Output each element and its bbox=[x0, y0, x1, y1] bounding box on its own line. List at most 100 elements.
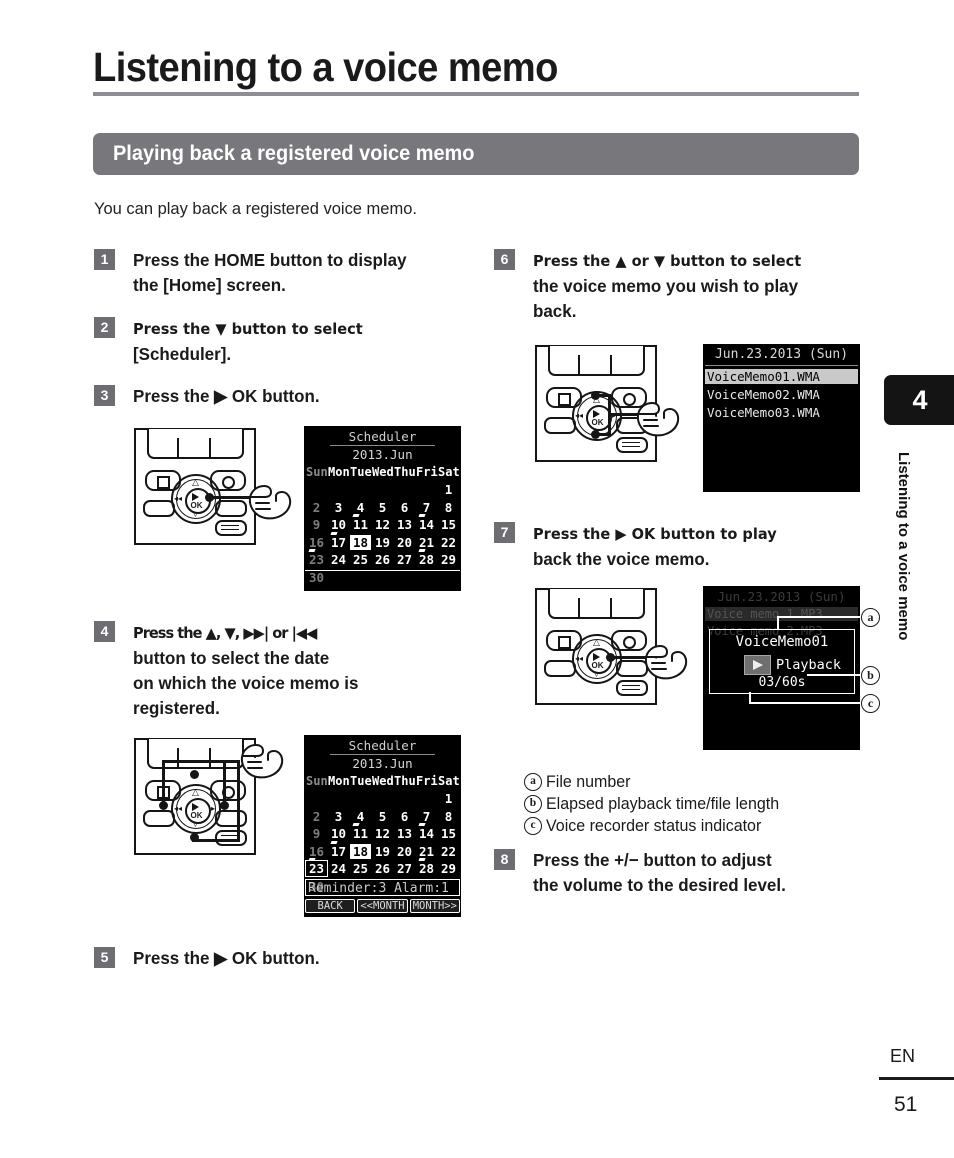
calendar-day-16[interactable]: 16 bbox=[306, 535, 327, 550]
calendar-day-empty bbox=[372, 791, 393, 806]
leader-up-h bbox=[593, 394, 610, 397]
calendar-day-25[interactable]: 25 bbox=[350, 552, 371, 567]
dpad-rewind-icon: ◂◂ bbox=[174, 494, 183, 503]
calendar-day-5[interactable]: 5 bbox=[372, 500, 393, 515]
calendar-day-label: 8 bbox=[444, 808, 453, 824]
calendar-day-27[interactable]: 27 bbox=[394, 552, 415, 567]
weekday-wed: Wed bbox=[372, 774, 394, 788]
calendar-day-3[interactable]: 3 bbox=[328, 809, 349, 824]
file-list-item[interactable]: VoiceMemo02.WMA bbox=[705, 387, 858, 402]
calendar-day-label: 26 bbox=[374, 861, 391, 876]
step-1-text: Press the HOME button to display the [Ho… bbox=[133, 248, 407, 298]
callout-b-marker: b bbox=[861, 666, 880, 685]
weekday-wed: Wed bbox=[372, 465, 394, 479]
calendar-day-23[interactable]: 23 bbox=[305, 858, 328, 877]
calendar-day-20[interactable]: 20 bbox=[394, 535, 415, 550]
calendar-day-11[interactable]: 11 bbox=[350, 823, 371, 841]
calendar-day-1[interactable]: 1 bbox=[438, 482, 459, 497]
softkey-back[interactable]: BACK bbox=[305, 899, 356, 913]
calendar-day-6[interactable]: 6 bbox=[394, 500, 415, 515]
calendar-day-14[interactable]: 14 bbox=[416, 514, 437, 532]
calendar-day-28[interactable]: 28 bbox=[416, 549, 437, 567]
calendar-day-22[interactable]: 22 bbox=[438, 844, 459, 859]
calendar-day-3[interactable]: 3 bbox=[328, 500, 349, 515]
footer-divider bbox=[879, 1077, 954, 1080]
calendar-day-6[interactable]: 6 bbox=[394, 809, 415, 824]
calendar-day-13[interactable]: 13 bbox=[394, 826, 415, 841]
step-6-line-3: back. bbox=[533, 301, 577, 321]
filelist-divider bbox=[705, 365, 858, 366]
calendar-day-29[interactable]: 29 bbox=[438, 861, 459, 876]
calendar-day-7[interactable]: 7 bbox=[416, 500, 437, 515]
calendar-day-26[interactable]: 26 bbox=[372, 552, 393, 567]
calendar-day-19[interactable]: 19 bbox=[372, 535, 393, 550]
dpad-rewind-icon: ◂◂ bbox=[575, 654, 584, 663]
display-divider-2 bbox=[610, 355, 613, 374]
weekday-fri: Fri bbox=[416, 774, 438, 788]
calendar-day-2[interactable]: 2 bbox=[306, 809, 327, 824]
calendar-day-1[interactable]: 1 bbox=[438, 791, 459, 806]
calendar-day-4[interactable]: 4 bbox=[350, 500, 371, 515]
calendar-day-label: 1 bbox=[444, 482, 453, 497]
calendar-day-label: 8 bbox=[444, 499, 453, 515]
calendar-day-17[interactable]: 17 bbox=[328, 531, 349, 550]
step-2-line-2: [Scheduler]. bbox=[133, 344, 232, 364]
calendar-day-label: 6 bbox=[400, 808, 409, 824]
file-list-item[interactable]: VoiceMemo01.WMA bbox=[705, 369, 858, 384]
calendar-day-23[interactable]: 23 bbox=[306, 549, 327, 567]
calendar-day-15[interactable]: 15 bbox=[438, 826, 459, 841]
calendar-day-26[interactable]: 26 bbox=[372, 861, 393, 876]
calendar-day-19[interactable]: 19 bbox=[372, 844, 393, 859]
softkey-month[interactable]: MONTH>> bbox=[409, 899, 460, 913]
calendar-day-17[interactable]: 17 bbox=[328, 840, 349, 859]
calendar-day-4[interactable]: 4 bbox=[350, 809, 371, 824]
calendar-day-25[interactable]: 25 bbox=[350, 861, 371, 876]
calendar-day-24[interactable]: 24 bbox=[328, 552, 349, 567]
weekday-sun: Sun bbox=[306, 774, 328, 788]
calendar-day-5[interactable]: 5 bbox=[372, 809, 393, 824]
calendar-day-14[interactable]: 14 bbox=[416, 823, 437, 841]
calendar-day-7[interactable]: 7 bbox=[416, 809, 437, 824]
calendar-day-18[interactable]: 18 bbox=[350, 843, 371, 859]
softkey-month[interactable]: <<MONTH bbox=[357, 899, 408, 913]
calendar-day-16[interactable]: 16 bbox=[306, 844, 327, 859]
calendar-day-label: 4 bbox=[356, 499, 365, 515]
calendar-day-9[interactable]: 9 bbox=[306, 826, 327, 841]
calendar-day-12[interactable]: 12 bbox=[372, 826, 393, 841]
step-1-line-1: Press the HOME button to display bbox=[133, 250, 407, 270]
display-divider-1 bbox=[578, 355, 581, 374]
step-2-line-1: Press the ▼ button to select bbox=[133, 320, 363, 338]
calendar-day-20[interactable]: 20 bbox=[394, 844, 415, 859]
calendar-day-21[interactable]: 21 bbox=[416, 535, 437, 550]
ok-button: OK bbox=[185, 798, 211, 824]
calendar-day-label: 16 bbox=[308, 843, 325, 859]
file-list-item[interactable]: VoiceMemo03.WMA bbox=[705, 405, 858, 420]
step-3-text: Press the ▶ OK button. bbox=[133, 386, 320, 406]
ok-label: OK bbox=[190, 501, 203, 510]
calendar-day-10[interactable]: 10 bbox=[328, 826, 349, 841]
calendar-day-15[interactable]: 15 bbox=[438, 517, 459, 532]
calendar-day-10[interactable]: 10 bbox=[328, 517, 349, 532]
calendar-day-29[interactable]: 29 bbox=[438, 552, 459, 567]
calendar-day-8[interactable]: 8 bbox=[438, 500, 459, 515]
calendar-day-11[interactable]: 11 bbox=[350, 514, 371, 532]
calendar-day-28[interactable]: 28 bbox=[416, 858, 437, 876]
dpad-control: △ ▽ ◂◂ ▸▸ OK bbox=[171, 784, 221, 834]
calendar-day-9[interactable]: 9 bbox=[306, 517, 327, 532]
calendar-day-label: 21 bbox=[418, 843, 435, 859]
calendar-day-18[interactable]: 18 bbox=[350, 534, 371, 550]
calendar-day-label: 23 bbox=[308, 552, 325, 567]
calendar-day-8[interactable]: 8 bbox=[438, 809, 459, 824]
calendar-day-12[interactable]: 12 bbox=[372, 517, 393, 532]
calendar-day-label: 19 bbox=[374, 534, 391, 550]
calendar-day-empty bbox=[350, 791, 371, 806]
calendar-day-27[interactable]: 27 bbox=[394, 861, 415, 876]
schedule-mark-icon bbox=[352, 514, 360, 517]
lcd2-month: 2013.Jun bbox=[352, 756, 413, 771]
calendar-day-22[interactable]: 22 bbox=[438, 535, 459, 550]
calendar-day-21[interactable]: 21 bbox=[416, 844, 437, 859]
calendar-day-13[interactable]: 13 bbox=[394, 517, 415, 532]
calendar-day-2[interactable]: 2 bbox=[306, 500, 327, 515]
playback-callout-box: VoiceMemo01 Playback 03/60s bbox=[709, 629, 855, 694]
calendar-day-24[interactable]: 24 bbox=[328, 861, 349, 876]
